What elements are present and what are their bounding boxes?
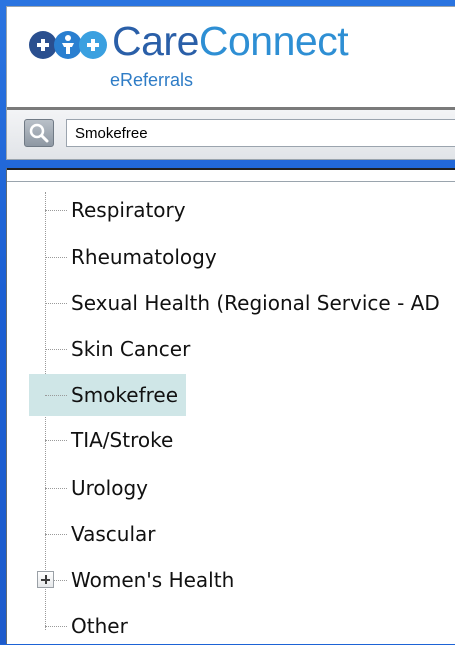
- tree-item-rheumatology[interactable]: Rheumatology: [29, 240, 455, 276]
- tree-branch-line: [45, 349, 67, 350]
- tree-item-womens-health[interactable]: Women's Health: [29, 563, 455, 599]
- tree-branch-line: [54, 580, 67, 581]
- tree-item-label: Rheumatology: [71, 245, 217, 269]
- search-button[interactable]: [24, 119, 54, 147]
- search-icon: [29, 123, 49, 143]
- expand-plus-icon[interactable]: [37, 571, 54, 588]
- tree-item-label: Vascular: [71, 522, 156, 546]
- tree-item-smokefree[interactable]: Smokefree: [29, 374, 455, 416]
- tree-item-label: TIA/Stroke: [71, 428, 174, 452]
- tree-branch-line: [45, 210, 67, 211]
- tree-branch-line: [45, 534, 67, 535]
- tree-branch-line: [45, 303, 67, 304]
- brand-care-text: Care: [112, 18, 199, 64]
- search-bar: [7, 110, 455, 159]
- tree-branch-line: [45, 626, 67, 627]
- tree-item-label: Sexual Health (Regional Service - AD: [71, 291, 440, 315]
- tree-item-respiratory[interactable]: Respiratory: [29, 193, 455, 229]
- tree-item-vascular[interactable]: Vascular: [29, 517, 455, 553]
- tree-branch-line: [45, 488, 67, 489]
- tree-item-label: Other: [71, 614, 128, 638]
- tree-item-label: Respiratory: [71, 198, 186, 222]
- careconnect-logo-icon: [29, 31, 107, 59]
- brand-connect-text: Connect: [198, 18, 349, 64]
- tree-item-label: Urology: [71, 476, 148, 500]
- brand-subtitle: eReferrals: [110, 70, 194, 90]
- tree-item-other[interactable]: Other: [29, 609, 455, 645]
- tree-item-skin-cancer[interactable]: Skin Cancer: [29, 332, 455, 368]
- tree-branch-line: [45, 257, 67, 258]
- tree-item-label: Smokefree: [71, 383, 179, 407]
- tree-branch-line: [45, 440, 67, 441]
- tree-item-sexual-health[interactable]: Sexual Health (Regional Service - AD: [29, 286, 455, 322]
- tree-item-tia-stroke[interactable]: TIA/Stroke: [29, 423, 455, 459]
- careconnect-header-window: CareConnect eReferrals: [6, 6, 455, 160]
- panel-top-border: [7, 168, 455, 182]
- tree-item-label: Skin Cancer: [71, 337, 191, 361]
- tree-item-urology[interactable]: Urology: [29, 471, 455, 507]
- search-input[interactable]: [66, 119, 455, 147]
- referral-tree-panel: Respiratory Rheumatology Sexual Health (…: [6, 168, 455, 644]
- tree-branch-line: [45, 395, 67, 396]
- brand-name: CareConnect: [112, 18, 349, 64]
- tree-item-label: Women's Health: [71, 568, 235, 592]
- logo-area: CareConnect eReferrals: [7, 7, 455, 110]
